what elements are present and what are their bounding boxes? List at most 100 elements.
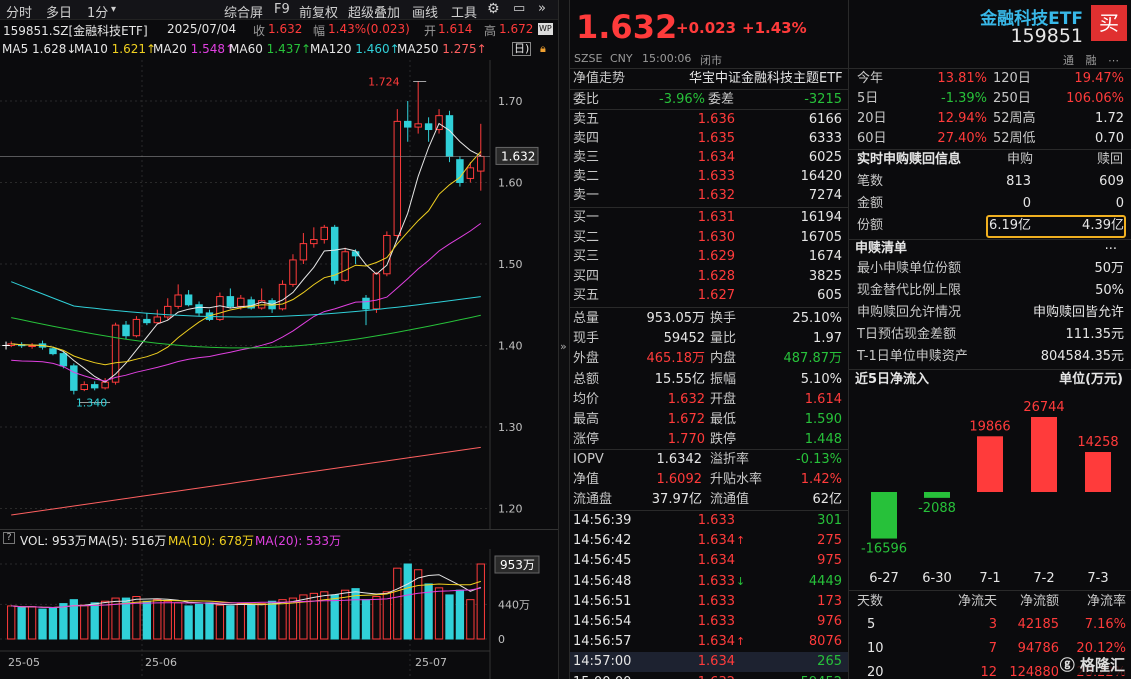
date-axis-tick: 25-05 [8,656,40,669]
quote-time: 15:00:06 [642,52,692,65]
tool-bar[interactable]: 通 融 ⋯ [1063,52,1123,68]
draw-line-button[interactable]: 画线 [412,2,438,21]
inflow-bar [1031,417,1057,492]
vol-label: VOL: 953万 [20,534,87,548]
overlay-button[interactable]: 超级叠加 [348,2,400,21]
ask-volume: 7274 [808,188,842,203]
ma-label: MA120 1.460↑ [310,42,400,56]
list-label: T日预估现金差额 [857,327,956,342]
perf-label: 52周高 [993,111,1036,126]
vol-legend: ? VOL: 953万 MA(5): 516万 MA(10): 678万 MA(… [0,529,558,549]
inflow-bar [977,436,1003,492]
panel-splitter[interactable]: » [558,0,570,679]
wc-value: -3215 [804,92,842,107]
inflow-value-label: 14258 [1077,435,1118,450]
volume-bar [466,599,475,640]
volume-bar [153,599,162,640]
candle [477,155,485,172]
tick-time: 14:56:57 [573,634,632,650]
panel-icon[interactable]: ▭ [513,1,525,16]
stat-value: 15.55亿 [654,371,705,387]
volume-chart[interactable]: 953万 440万 0 25-05 25-06 25-07 [0,549,558,679]
tick-price: 1.633 [697,513,735,528]
perf-label: 60日 [857,131,887,146]
inflow-date-label: 6-30 [922,571,952,586]
candle [59,353,68,367]
tick-volume: 976 [817,614,842,629]
vol-axis-tick: 440万 [498,598,530,611]
tab-intraday[interactable]: 分时 [6,2,32,21]
volume-bar [361,599,371,640]
bid-volume: 605 [817,288,842,303]
ma-label: MA250 1.275↑ [397,42,487,56]
candle [237,297,245,307]
bid-price: 1.630 [697,229,735,245]
candle [393,120,402,236]
buy-button[interactable]: 买 [1091,5,1127,41]
wp-badge[interactable]: WP [538,23,553,35]
perf-value: 106.06% [1066,91,1124,106]
bid-price: 1.627 [697,288,735,303]
volume-bar [163,600,172,640]
perf-label: 52周低 [993,131,1036,146]
market-status: 闭市 [700,54,722,67]
nav-trend-link[interactable]: 净值走势 [573,69,625,89]
perf-label: 120日 [993,71,1031,86]
perf-label: 20日 [857,111,887,126]
flow-table-header: 净流天 [957,594,997,609]
ma5-line [11,122,482,383]
ask-price: 1.635 [697,131,735,146]
candle [122,324,130,337]
tick-time: 14:56:54 [573,614,632,629]
perf-value: 12.94% [937,111,987,126]
rt-subscribe: 813 [1006,174,1031,189]
f9-button[interactable]: F9 [274,2,290,17]
double-chevron-right-icon[interactable]: » [560,340,567,353]
tick-price: 1.633 [697,593,735,609]
stat-label: 均价 [573,391,600,407]
inflow-value-label: 26744 [1023,400,1064,415]
price-chart[interactable]: 1.70 1.60 1.50 1.40 1.30 1.20 1.632 1.724 1.340 + [0,60,558,530]
rt-redeem: 0 [1115,196,1124,211]
code-name: 159851.SZ[金融科技ETF] [3,24,148,38]
tick-time: 15:00:00 [573,673,631,679]
double-chevron-right-icon[interactable]: » [538,1,546,16]
lock-icon[interactable]: 🔒︎ [540,42,546,56]
list-title: 申赎清单 [855,241,908,256]
rt-redeem: 609 [1099,174,1124,189]
open-label: 开 [424,24,437,38]
rt-label: 金额 [857,196,884,211]
stat-value: 1.770 [667,432,705,448]
candle [226,296,235,307]
highlight-box [986,215,1126,238]
combined-screen-button[interactable]: 综合屏 [224,2,263,21]
chevron-down-icon[interactable]: ▾ [111,4,116,15]
adjust-button[interactable]: 前复权 [299,2,338,21]
ma-period-box[interactable]: 日) [512,42,532,56]
candle [372,273,381,310]
gear-icon[interactable]: ⚙ [487,1,500,17]
perf-value: 19.47% [1074,71,1124,86]
ma-legend: MA5 1.628↓ MA10 1.621↑ MA20 1.548↑ MA60 … [0,42,558,58]
tick-price: 1.634 [697,634,735,650]
inflow-date-label: 7-2 [1033,571,1054,586]
tools-button[interactable]: 工具 [451,2,477,21]
expand-icon[interactable]: ? [3,532,15,544]
wc-label: 委差 [708,92,735,107]
perf-value: 0.70 [1095,131,1124,146]
bid-volume: 16705 [800,229,842,245]
ma-label: MA60 1.437↑ [229,42,312,56]
ask-price: 1.634 [697,150,735,165]
period-select[interactable]: 1分 [87,2,108,21]
more-icon[interactable]: ... [1105,236,1117,256]
flow-table-header: 净流率 [1086,594,1126,609]
ask-level-label: 卖四 [573,131,600,146]
candle [143,318,151,324]
tick-volume: 301 [817,513,842,528]
tick-volume: 4449 [808,573,842,589]
tab-multiday[interactable]: 多日 [46,2,72,21]
stat-value: 1.448 [804,432,842,448]
chart-panel[interactable]: 分时 多日 1分 ▾ 综合屏 F9 前复权 超级叠加 画线 工具 ⚙ ▭ » 1… [0,0,558,679]
inflow-date-label: 7-3 [1087,571,1108,586]
volume-bar [434,587,444,640]
